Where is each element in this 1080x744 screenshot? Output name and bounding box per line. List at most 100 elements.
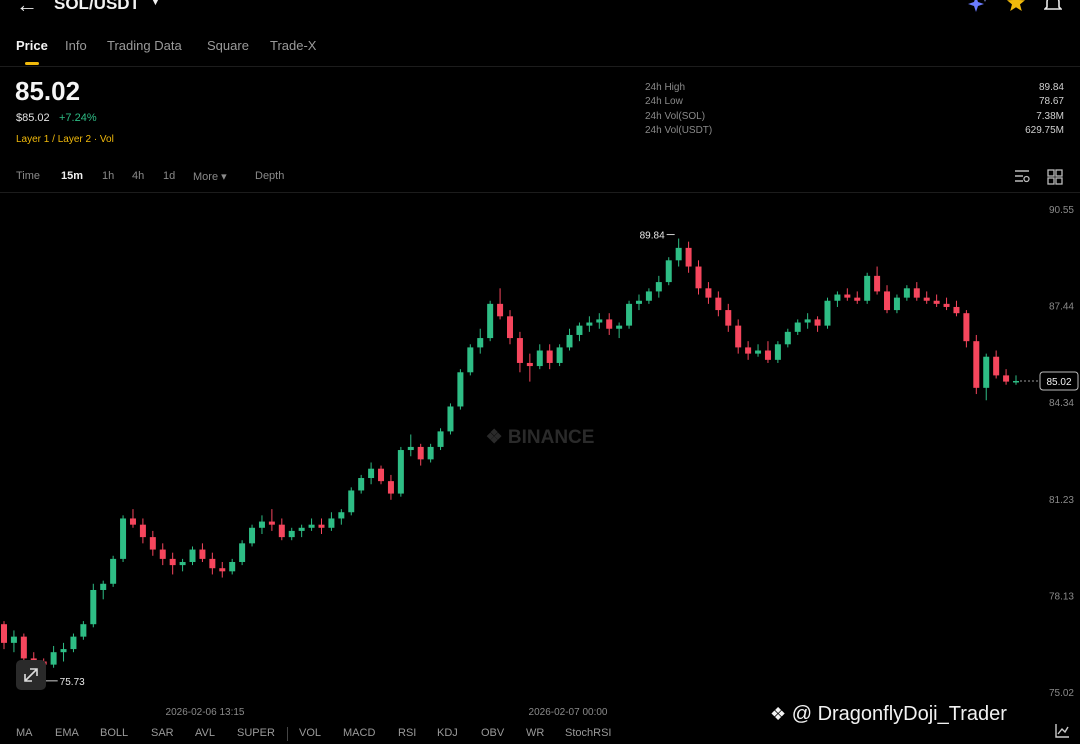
interval-1d[interactable]: 1d <box>163 170 175 182</box>
layout-grid-icon[interactable] <box>1047 169 1063 190</box>
interval-time[interactable]: Time <box>16 170 40 182</box>
interval-1h[interactable]: 1h <box>102 170 114 182</box>
candle-body <box>169 558 176 566</box>
y-axis-tick-label: 75.02 <box>1049 688 1074 699</box>
candle-body <box>546 350 553 363</box>
candle-body <box>764 350 771 360</box>
divider <box>0 66 1080 67</box>
indicator-ma[interactable]: MA <box>16 727 33 739</box>
watermark-handle-text: @ DragonflyDoji_Trader <box>791 703 1007 725</box>
indicator-rsi[interactable]: RSI <box>398 727 416 739</box>
back-arrow-icon[interactable]: ← <box>16 0 38 18</box>
candle-body <box>963 313 970 342</box>
indicator-stochrsi[interactable]: StochRSI <box>565 727 611 739</box>
candle-body <box>278 524 285 538</box>
tab-trade-x[interactable]: Trade-X <box>270 38 316 53</box>
candle-body <box>358 478 365 491</box>
candle-body <box>258 521 265 528</box>
candle-body <box>477 338 484 348</box>
candle-body <box>507 316 513 339</box>
ai-sparkle-icon[interactable] <box>968 0 990 17</box>
tab-square[interactable]: Square <box>207 38 249 53</box>
pair-selector[interactable]: SOL/USDT <box>54 0 140 14</box>
fiat-price: $85.02 <box>16 112 50 124</box>
candle-body <box>60 649 67 653</box>
candle-body <box>348 490 355 513</box>
indicator-sar[interactable]: SAR <box>151 727 174 739</box>
candle-body <box>695 266 702 289</box>
candle-body <box>437 431 444 447</box>
candlestick-chart[interactable]: ❖ BINANCE 90.55 87.44 84.34 81.23 78.13 75.02 2… <box>0 193 1080 723</box>
interval-depth[interactable]: Depth <box>255 170 284 182</box>
candle-body <box>407 446 414 451</box>
candle-body <box>100 583 107 590</box>
indicator-super[interactable]: SUPER <box>237 727 275 739</box>
indicator-kdj[interactable]: KDJ <box>437 727 458 739</box>
candle-body <box>189 549 196 562</box>
indicator-vol[interactable]: VOL <box>299 727 321 739</box>
candle-body <box>378 468 385 482</box>
indicator-macd[interactable]: MACD <box>343 727 375 739</box>
caret-down-icon[interactable]: ▼ <box>150 0 161 8</box>
candle-body <box>526 362 533 367</box>
candle-body <box>755 350 762 354</box>
candle-body <box>834 294 841 301</box>
interval-15m[interactable]: 15m <box>61 170 83 182</box>
candle-body <box>20 636 27 659</box>
candle-body <box>874 275 881 292</box>
candle-body <box>586 322 593 326</box>
candle-body <box>338 512 345 519</box>
candle-body <box>556 347 563 363</box>
candle-body <box>794 322 801 332</box>
star-icon[interactable] <box>1006 0 1026 17</box>
tab-trading-data[interactable]: Trading Data <box>107 38 182 53</box>
candle-body <box>110 558 117 584</box>
x-axis-tick-label: 2026-02-06 13:15 <box>166 707 245 718</box>
candle-body <box>725 310 732 326</box>
candle-body <box>913 288 920 298</box>
tab-price[interactable]: Price <box>16 38 48 53</box>
candle-body <box>298 527 305 531</box>
candle-body <box>288 530 295 538</box>
candle-body <box>516 338 523 363</box>
indicator-ema[interactable]: EMA <box>55 727 79 739</box>
interval-more[interactable]: More ▾ <box>193 170 227 183</box>
indicator-obv[interactable]: OBV <box>481 727 504 739</box>
candle-body <box>249 527 256 544</box>
candle-body <box>70 636 77 650</box>
candle-body <box>784 331 791 345</box>
candle-body <box>467 347 474 373</box>
candle-body <box>318 524 325 528</box>
candle-body <box>993 356 1000 376</box>
bell-icon[interactable] <box>1043 0 1063 17</box>
indicator-boll[interactable]: BOLL <box>100 727 128 739</box>
candle-body <box>774 344 781 360</box>
candle-body <box>596 319 603 323</box>
candle-body <box>497 303 504 317</box>
sector-tags[interactable]: Layer 1 / Layer 2 · Vol <box>16 134 114 145</box>
candle-body <box>1013 380 1019 383</box>
candle-body <box>457 372 464 407</box>
indicator-avl[interactable]: AVL <box>195 727 215 739</box>
candle-body <box>655 282 662 292</box>
candle-body <box>487 303 494 339</box>
candle-body <box>417 446 424 460</box>
chart-settings-icon[interactable] <box>1014 169 1030 188</box>
candle-body <box>10 636 17 643</box>
fullscreen-expand-icon[interactable] <box>16 660 46 690</box>
candle-body <box>814 319 821 326</box>
tab-info[interactable]: Info <box>65 38 87 53</box>
candle-body <box>943 303 950 307</box>
active-tab-indicator <box>25 62 39 65</box>
interval-4h[interactable]: 4h <box>132 170 144 182</box>
exchange-watermark: ❖ BINANCE <box>486 427 595 448</box>
y-axis-tick-label: 87.44 <box>1049 302 1074 313</box>
low-price-label: 75.73 <box>60 677 85 688</box>
candle-body <box>268 521 275 525</box>
candle-body <box>209 558 216 569</box>
candle-body <box>804 319 811 323</box>
candle-body <box>973 341 980 388</box>
indicator-wr[interactable]: WR <box>526 727 544 739</box>
candle-body <box>665 260 672 283</box>
candle-body <box>80 624 87 637</box>
